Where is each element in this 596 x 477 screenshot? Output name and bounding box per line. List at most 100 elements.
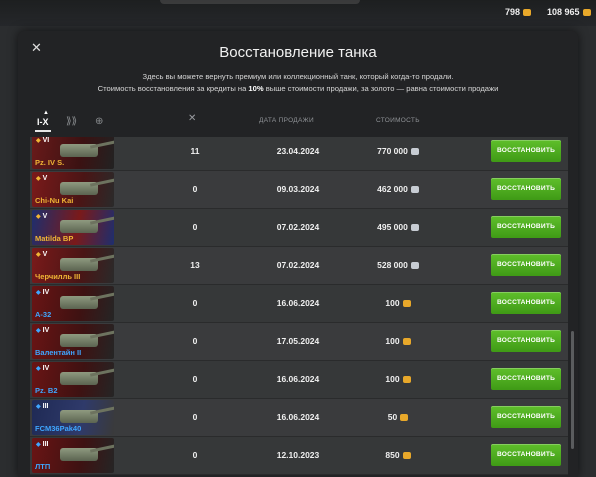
cost-value: 462 000 — [377, 184, 408, 194]
tier-label: IV — [42, 289, 50, 296]
tier-label: IV — [42, 365, 50, 372]
cost-value: 850 — [385, 450, 400, 460]
restore-cost: 495 000 — [363, 209, 433, 246]
battles-column-icon[interactable]: ✕ — [188, 113, 197, 124]
tier-label: V — [42, 251, 48, 258]
tier-badge: ◆ IV — [36, 327, 49, 334]
battles-count: 0 — [192, 374, 198, 384]
tank-barrel — [89, 330, 114, 339]
cost-value: 100 — [385, 298, 400, 308]
restore-button[interactable]: ВОССТАНОВИТЬ — [491, 368, 561, 390]
gold-coin-icon — [402, 338, 411, 345]
silver-balance: 108 965 — [547, 7, 591, 17]
gold-coin-icon — [402, 300, 411, 307]
tank-name: Chi-Nu Kai — [35, 196, 74, 205]
tank-name: Валентайн II — [35, 348, 82, 357]
restore-cost: 770 000 — [363, 137, 433, 170]
cost-value: 770 000 — [377, 146, 408, 156]
tank-row: ◆ III FCM36Pak40 0 16.06.2024 50 ВОССТАНО… — [30, 399, 568, 437]
tank-row: ◆ V Черчилль III 13 07.02.2024 528 000 ВО… — [30, 247, 568, 285]
cost-column-header[interactable]: СТОИМОСТЬ — [376, 117, 420, 124]
battles-count: 11 — [190, 146, 200, 156]
tier-badge: ◆ V — [36, 213, 47, 220]
vehicle-class-icon: ◆ — [36, 138, 41, 144]
restore-button[interactable]: ВОССТАНОВИТЬ — [491, 330, 561, 352]
scrollbar[interactable] — [571, 331, 574, 449]
desc-text-c: выше стоимости продажи, за золото — равн… — [263, 84, 499, 93]
sale-date: 17.05.2024 — [276, 336, 320, 346]
vehicle-class-icon: ◆ — [36, 442, 41, 448]
tier-label: VI — [42, 137, 50, 144]
sale-date: 09.03.2024 — [276, 184, 320, 194]
battles-count: 0 — [192, 412, 198, 422]
restore-cost: 50 — [363, 399, 433, 436]
tank-thumbnail: ◆ IV Pz. B2 — [32, 362, 114, 397]
tank-thumbnail: ◆ VI Pz. IV S. — [32, 137, 114, 169]
silver-amount: 108 965 — [547, 7, 580, 17]
gold-balance: 798 — [505, 7, 532, 17]
tank-name: Черчилль III — [35, 272, 81, 281]
tank-row: ◆ IV Валентайн II 0 17.05.2024 100 ВОССТА… — [30, 323, 568, 361]
vehicle-class-icon: ◆ — [36, 404, 41, 410]
gold-coin-icon — [402, 376, 411, 383]
restore-cost: 850 — [363, 437, 433, 474]
vehicle-class-icon: ◆ — [36, 176, 41, 182]
date-column-header[interactable]: ДАТА ПРОДАЖИ — [259, 117, 314, 124]
tier-badge: ◆ IV — [36, 289, 49, 296]
dialog-title: Восстановление танка — [219, 44, 377, 61]
tier-label: V — [42, 213, 48, 220]
battles-count: 13 — [190, 260, 200, 270]
cost-value: 50 — [387, 412, 398, 422]
tank-row: ◆ IV Pz. B2 0 16.06.2024 100 ВОССТАНОВИТЬ — [30, 361, 568, 399]
restore-button[interactable]: ВОССТАНОВИТЬ — [491, 178, 561, 200]
cost-value: 495 000 — [377, 222, 408, 232]
tier-filter[interactable]: ▲ I-X — [35, 110, 50, 132]
restore-button[interactable]: ВОССТАНОВИТЬ — [491, 406, 561, 428]
restore-button[interactable]: ВОССТАНОВИТЬ — [491, 444, 561, 466]
restore-button[interactable]: ВОССТАНОВИТЬ — [491, 140, 561, 162]
tank-barrel — [89, 368, 114, 377]
sale-date: 16.06.2024 — [276, 412, 320, 422]
vehicle-class-icon: ◆ — [36, 252, 41, 258]
sale-date: 23.04.2024 — [276, 146, 320, 156]
top-bar: 798 108 965 — [0, 0, 596, 26]
description-line-1: Здесь вы можете вернуть премиум или колл… — [142, 72, 454, 81]
tank-thumbnail: ◆ V Черчилль III — [32, 248, 114, 283]
silver-coin-icon — [582, 8, 591, 16]
tier-badge: ◆ IV — [36, 365, 49, 372]
restore-cost: 100 — [363, 323, 433, 360]
vehicle-class-icon: ◆ — [36, 214, 41, 220]
dialog-description: Здесь вы можете вернуть премиум или колл… — [18, 71, 578, 95]
tank-row: ◆ V Matilda BP 0 07.02.2024 495 000 ВОССТ… — [30, 209, 568, 247]
tank-barrel — [89, 216, 114, 225]
nation-filter-icon[interactable]: ⊕ — [95, 116, 103, 127]
tier-label: III — [42, 441, 49, 448]
tank-row: ◆ VI Pz. IV S. 11 23.04.2024 770 000 ВОСС… — [30, 137, 568, 171]
tank-barrel — [89, 140, 114, 149]
restore-cost: 100 — [363, 361, 433, 398]
tank-thumbnail: ◆ IV Валентайн II — [32, 324, 114, 359]
restore-button[interactable]: ВОССТАНОВИТЬ — [491, 216, 561, 238]
tier-badge: ◆ V — [36, 251, 47, 258]
tank-thumbnail: ◆ V Matilda BP — [32, 210, 114, 245]
tank-type-filter-icon[interactable]: ⟫⟫ — [66, 116, 77, 127]
tier-label: III — [42, 403, 49, 410]
sale-date: 07.02.2024 — [276, 260, 320, 270]
gold-coin-icon — [400, 414, 409, 421]
sale-date: 16.06.2024 — [276, 374, 320, 384]
filter-bar: ▲ I-X ⟫⟫ ⊕ — [18, 110, 578, 136]
restore-button[interactable]: ВОССТАНОВИТЬ — [491, 292, 561, 314]
tank-name: ЛТП — [35, 462, 51, 471]
silver-coin-icon — [410, 262, 419, 269]
tank-name: FCM36Pak40 — [35, 424, 82, 433]
sale-date: 16.06.2024 — [276, 298, 320, 308]
tier-label: V — [42, 175, 48, 182]
battles-count: 0 — [192, 298, 198, 308]
tank-barrel — [89, 254, 114, 263]
silver-coin-icon — [410, 224, 419, 231]
tank-row: ◆ IV A-32 0 16.06.2024 100 ВОССТАНОВИТЬ — [30, 285, 568, 323]
restore-cost: 528 000 — [363, 247, 433, 284]
desc-text-a: Стоимость восстановления за кредиты на — [97, 84, 249, 93]
restore-button[interactable]: ВОССТАНОВИТЬ — [491, 254, 561, 276]
tank-name: A-32 — [35, 310, 52, 319]
